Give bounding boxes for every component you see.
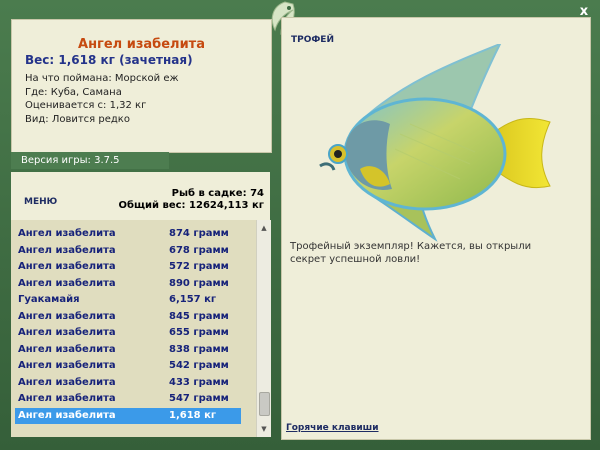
catch-fish-name: Ангел изабелита	[18, 228, 116, 239]
angelfish-image	[300, 42, 575, 248]
catch-list-row[interactable]: Ангел изабелита 433 грамм	[15, 375, 241, 391]
catch-fish-weight: 433 грамм	[169, 376, 229, 388]
fish-valued-from: Оценивается с: 1,32 кг	[25, 100, 147, 111]
menu-button[interactable]: МЕНЮ	[24, 197, 57, 207]
catch-list[interactable]: Ангел изабелита 874 грамм Ангел изабелита 6…	[11, 220, 256, 437]
catch-fish-weight: 6,157 кг	[169, 294, 217, 305]
catch-fish-weight: 572 грамм	[169, 261, 229, 272]
catch-list-row[interactable]: Ангел изабелита 890 грамм	[15, 276, 241, 292]
catch-fish-weight: 890 грамм	[169, 277, 229, 289]
catch-fish-name: Ангел изабелита	[18, 360, 116, 371]
fish-info-card: Ангел изабелита Вес: 1,618 кг (зачетная)…	[11, 19, 272, 153]
catch-list-row[interactable]: Ангел изабелита 845 грамм	[15, 309, 241, 325]
catch-fish-name: Ангел изабелита	[18, 327, 116, 338]
catch-list-row[interactable]: Ангел изабелита 678 грамм	[15, 243, 241, 259]
fish-name-title: Ангел изабелита	[78, 37, 205, 52]
catch-fish-weight: 838 грамм	[169, 343, 229, 355]
catch-fish-name: Ангел изабелита	[18, 393, 116, 404]
game-version-bar: Версия игры: 3.7.5	[11, 152, 169, 169]
catch-list-row[interactable]: Ангел изабелита 838 грамм	[15, 342, 241, 358]
catch-fish-weight: 655 грамм	[169, 327, 229, 338]
catch-fish-name: Ангел изабелита	[18, 277, 116, 289]
catch-fish-weight: 547 грамм	[169, 393, 229, 404]
fish-count: Рыб в садке: 74	[171, 188, 264, 199]
fish-location: Где: Куба, Самана	[25, 87, 122, 98]
catch-fish-weight: 678 грамм	[169, 244, 229, 256]
fish-bait: На что поймана: Морской еж	[25, 73, 179, 84]
catch-fish-name: Ангел изабелита	[18, 310, 116, 322]
catch-fish-name: Ангел изабелита	[18, 376, 116, 388]
catch-fish-name: Ангел изабелита	[18, 409, 116, 421]
total-weight: Общий вес: 12624,113 кг	[118, 200, 264, 211]
catch-list-scrollbar[interactable]: ▲ ▼	[256, 220, 271, 437]
fish-species-note: Вид: Ловится редко	[25, 114, 130, 125]
catch-fish-weight: 845 грамм	[169, 310, 229, 322]
catch-list-row[interactable]: Ангел изабелита 874 грамм	[15, 226, 241, 242]
catch-fish-name: Гуакамайя	[18, 294, 80, 305]
catch-fish-name: Ангел изабелита	[18, 261, 116, 272]
scroll-up-icon[interactable]: ▲	[258, 222, 270, 234]
net-stats: Рыб в садке: 74 Общий вес: 12624,113 кг	[118, 188, 264, 212]
hotkeys-link[interactable]: Горячие клавиши	[286, 423, 379, 433]
trophy-message: Трофейный экземпляр! Кажется, вы открыли…	[290, 241, 532, 265]
catch-list-row[interactable]: Ангел изабелита 572 грамм	[15, 259, 241, 275]
catch-list-row[interactable]: Ангел изабелита 547 грамм	[15, 391, 241, 407]
catch-list-row[interactable]: Гуакамайя 6,157 кг	[15, 292, 241, 308]
catch-fish-name: Ангел изабелита	[18, 244, 116, 256]
scroll-down-icon[interactable]: ▼	[258, 423, 270, 435]
catch-fish-weight: 542 грамм	[169, 360, 229, 371]
trophy-panel: ТРОФЕЙ Трофейный экземпляр! Кажется, вы …	[281, 17, 591, 440]
net-summary-panel: МЕНЮ Рыб в садке: 74 Общий вес: 12624,11…	[11, 172, 270, 220]
catch-list-row[interactable]: Ангел изабелита 655 грамм	[15, 325, 241, 341]
fish-weight: Вес: 1,618 кг (зачетная)	[25, 53, 193, 67]
catch-list-row[interactable]: Ангел изабелита 1,618 кг	[15, 407, 241, 424]
catch-fish-weight: 874 грамм	[169, 228, 229, 239]
catch-fish-name: Ангел изабелита	[18, 343, 116, 355]
scroll-thumb[interactable]	[259, 392, 270, 416]
catch-fish-weight: 1,618 кг	[169, 409, 217, 421]
catch-list-row[interactable]: Ангел изабелита 542 грамм	[15, 358, 241, 374]
